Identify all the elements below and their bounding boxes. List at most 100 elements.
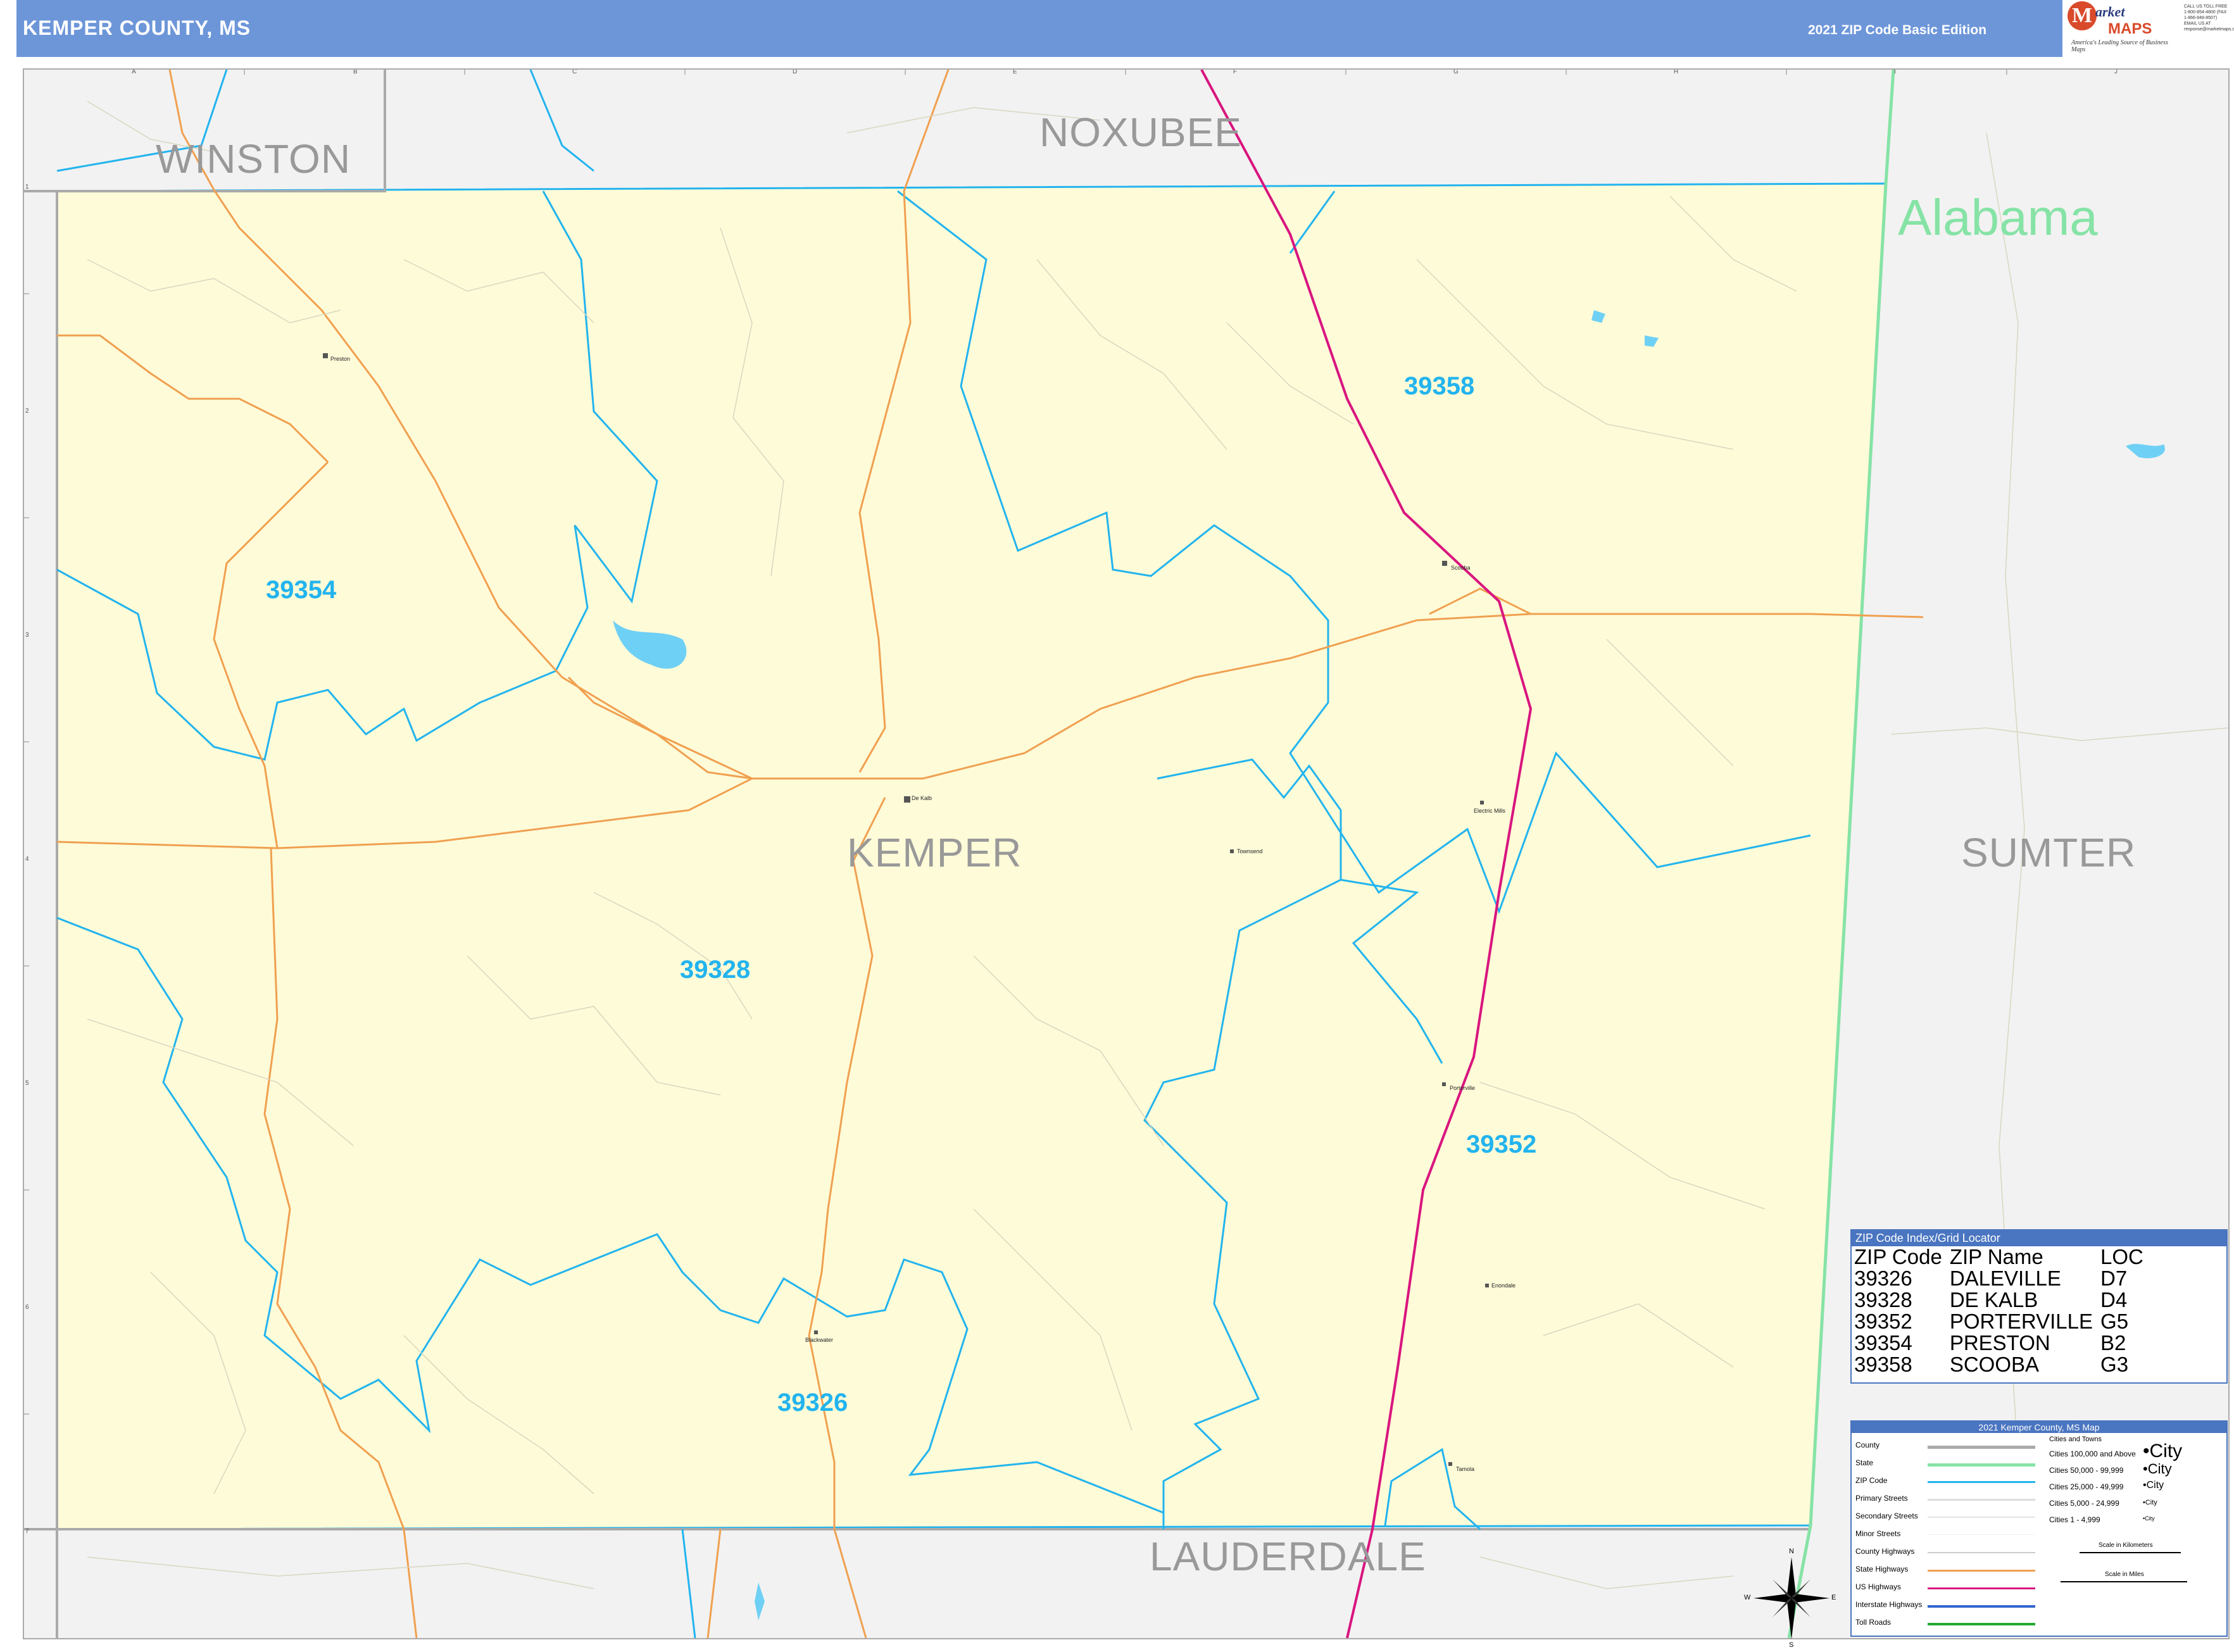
legend-sample-zip <box>1928 1481 2035 1483</box>
legend-sample-primary <box>1928 1499 2035 1501</box>
grid-col-j: J <box>2114 68 2118 75</box>
grid-col-c: C <box>572 68 577 75</box>
table-row: 39354 PRESTON B2 <box>1854 1332 2151 1354</box>
zip-index-panel: ZIP Code Index/Grid Locator ZIP Code ZIP… <box>1850 1229 2228 1384</box>
zip-code-cell: 39354 <box>1854 1331 1912 1355</box>
legend-city-sample-5: •City <box>2143 1515 2155 1522</box>
grid-row-2: 2 <box>25 408 29 415</box>
grid-row-5: 5 <box>25 1080 29 1087</box>
grid-col-h: H <box>1674 68 1679 75</box>
zip-code-cell: 39358 <box>1854 1353 1912 1376</box>
grid-row-6: 6 <box>25 1304 29 1311</box>
zip-label-39354: 39354 <box>266 576 337 604</box>
legend-item-interstate: Interstate Highways <box>1855 1600 1923 1609</box>
town-scooba: Scooba <box>1451 565 1471 571</box>
grid-col-f: F <box>1233 68 1238 75</box>
legend-cities-heading: Cities and Towns <box>2049 1436 2102 1443</box>
loc-cell: D4 <box>2100 1288 2128 1311</box>
grid-col-a: A <box>132 68 136 75</box>
grid-row-4: 4 <box>25 856 29 863</box>
logo-tagline: America's Leading Source of Business Map… <box>2071 39 2168 53</box>
table-row: 39352 PORTERVILLE G5 <box>1854 1311 2151 1332</box>
zip-name-cell: SCOOBA <box>1949 1353 2040 1376</box>
scale-bar-km <box>2080 1552 2181 1553</box>
town-tamola: Tamola <box>1456 1466 1475 1472</box>
zip-name-cell: DALEVILLE <box>1949 1267 2061 1290</box>
town-electric-mills: Electric Mills <box>1474 808 1506 814</box>
grid-col-d: D <box>793 68 798 75</box>
legend-sample-toll <box>1928 1623 2035 1625</box>
state-label-alabama: Alabama <box>1898 189 2098 246</box>
legend-sample-county <box>1928 1446 2035 1449</box>
legend-scale-mi: Scale in Miles <box>2105 1571 2144 1578</box>
map-legend: 2021 Kemper County, MS Map County State … <box>1850 1420 2228 1637</box>
legend-sample-interstate <box>1928 1605 2035 1608</box>
town-preston: Preston <box>330 356 351 362</box>
town-porterville: Porterville <box>1450 1085 1476 1091</box>
scale-bar-mi <box>2061 1581 2187 1582</box>
town-blackwater: Blackwater <box>805 1337 834 1343</box>
legend-sample-us-hwy <box>1928 1587 2035 1589</box>
legend-item-minor: Minor Streets <box>1855 1529 1901 1538</box>
table-row: 39326 DALEVILLE D7 <box>1854 1268 2151 1289</box>
legend-item-county-hwy: County Highways <box>1855 1547 1915 1556</box>
zip-index-table: ZIP Code ZIP Name LOC 39326 DALEVILLE D7… <box>1854 1246 2151 1375</box>
grid-col-b: B <box>353 68 358 75</box>
market-maps-logo: M arket MAPS America's Leading Source of… <box>2065 0 2181 57</box>
zip-label-39326: 39326 <box>777 1389 848 1417</box>
legend-city-sample-3: •City <box>2143 1480 2164 1491</box>
zip-index-title: ZIP Code Index/Grid Locator <box>1852 1230 2226 1246</box>
table-row: 39328 DE KALB D4 <box>1854 1289 2151 1311</box>
logo-maps: MAPS <box>2108 20 2152 37</box>
grid-row-3: 3 <box>25 632 29 639</box>
legend-sample-county-hwy <box>1928 1552 2035 1553</box>
town-townsend: Townsend <box>1237 848 1263 854</box>
town-enondale: Enondale <box>1491 1282 1516 1289</box>
grid-col-i: I <box>1894 68 1896 75</box>
legend-scale-km: Scale in Kilometers <box>2099 1542 2153 1549</box>
grid-row-7: 7 <box>25 1528 29 1535</box>
county-label-sumter: SUMTER <box>1961 830 2137 875</box>
grid-col-g: G <box>1453 68 1459 75</box>
logo-arket: arket <box>2095 4 2125 20</box>
loc-cell: D7 <box>2100 1267 2128 1290</box>
legend-city-sample-4: •City <box>2143 1499 2157 1506</box>
zip-name-cell: PORTERVILLE <box>1949 1310 2093 1333</box>
zip-label-39352: 39352 <box>1466 1130 1537 1158</box>
zip-name-cell: DE KALB <box>1949 1288 2038 1311</box>
map-frame[interactable]: A B C D E F G H I J 1 2 3 4 5 6 7 WINSTO… <box>23 68 2230 1639</box>
zip-label-39358: 39358 <box>1404 372 1475 400</box>
legend-item-state: State <box>1855 1458 1874 1467</box>
map-canvas[interactable] <box>24 70 2228 1638</box>
legend-city-range-3: Cities 25,000 - 49,999 <box>2049 1482 2124 1491</box>
legend-city-sample-1: •City <box>2143 1441 2183 1461</box>
contact-info: CALL US TOLL FREE 1-800-854-4800 (FAX 1-… <box>2184 4 2234 32</box>
legend-city-sample-2: •City <box>2143 1461 2172 1477</box>
loc-cell: B2 <box>2100 1331 2126 1355</box>
legend-city-range-1: Cities 100,000 and Above <box>2049 1449 2136 1458</box>
county-label-winston: WINSTON <box>156 136 351 182</box>
zip-label-39328: 39328 <box>680 956 751 984</box>
map-edition: 2021 ZIP Code Basic Edition <box>1808 23 1987 37</box>
legend-title: 2021 Kemper County, MS Map <box>1852 1422 2226 1433</box>
zip-code-cell: 39326 <box>1854 1267 1912 1290</box>
loc-cell: G3 <box>2100 1353 2129 1376</box>
legend-item-primary: Primary Streets <box>1855 1494 1908 1503</box>
col-loc: LOC <box>2100 1245 2143 1268</box>
map-title: KEMPER COUNTY, MS <box>23 16 251 39</box>
compass-rose-icon: N S E W <box>1744 1548 1839 1652</box>
legend-item-us-hwy: US Highways <box>1855 1582 1902 1591</box>
zip-name-cell: PRESTON <box>1949 1331 2050 1355</box>
legend-city-range-2: Cities 50,000 - 99,999 <box>2049 1466 2124 1475</box>
county-label-noxubee: NOXUBEE <box>1039 110 1242 155</box>
legend-item-county: County <box>1855 1441 1880 1449</box>
compass-w: W <box>1744 1594 1751 1601</box>
legend-item-state-hwy: State Highways <box>1855 1565 1909 1574</box>
col-zip-code: ZIP Code <box>1854 1245 1942 1268</box>
compass-e: E <box>1831 1594 1836 1601</box>
header-bar: KEMPER COUNTY, MS 2021 ZIP Code Basic Ed… <box>16 0 2062 57</box>
logo-m: M <box>2068 1 2097 30</box>
legend-city-range-4: Cities 5,000 - 24,999 <box>2049 1499 2119 1508</box>
grid-row-1: 1 <box>25 184 29 191</box>
legend-sample-minor <box>1928 1534 2035 1535</box>
